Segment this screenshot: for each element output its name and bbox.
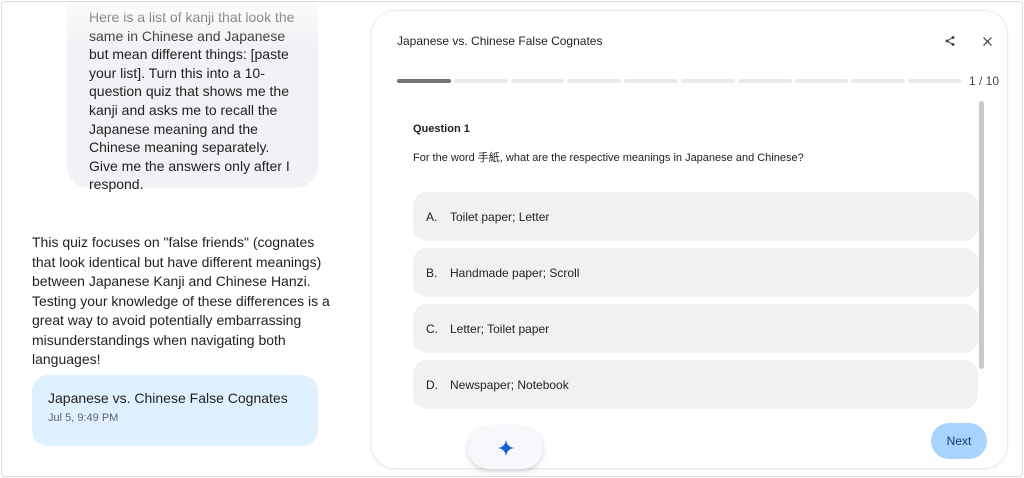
question-number: Question 1 [413,123,470,135]
user-message-text: Here is a list of kanji that look the sa… [89,9,295,193]
option-text: Newspaper; Notebook [450,377,569,392]
progress-segment [453,79,508,83]
model-response-text: This quiz focuses on "false friends" (co… [32,234,330,367]
share-icon [945,36,955,46]
gemini-sparkle-button[interactable] [468,427,543,469]
progress-segment [510,79,565,83]
scroll-fade-bottom [2,448,362,476]
user-message-bubble: Here is a list of kanji that look the sa… [67,2,318,192]
scrollbar-thumb[interactable] [979,101,984,369]
progress-count: 1 / 10 [969,74,1000,88]
share-button[interactable] [938,29,962,53]
close-button[interactable] [975,29,999,53]
option-letter: B. [426,265,438,280]
option-letter: A. [426,209,438,224]
quiz-card-date: Jul 5, 9:49 PM [48,412,119,424]
sparkle-icon [497,439,514,457]
answer-options: A. Toilet paper; Letter B. Handmade pape… [413,192,978,416]
progress-segment [794,79,849,83]
chat-panel: Here is a list of kanji that look the sa… [2,2,362,476]
option-a[interactable]: A. Toilet paper; Letter [413,192,978,241]
progress-segment [737,79,792,83]
progress-segment [397,79,451,83]
option-text: Toilet paper; Letter [450,209,550,224]
close-icon [982,36,992,46]
progress-bar [397,79,962,83]
quiz-panel: Japanese vs. Chinese False Cognates 1 / … [371,10,1008,469]
quiz-card-chip[interactable]: Japanese vs. Chinese False Cognates Jul … [32,375,318,446]
question-text: For the word 手紙, what are the respective… [413,152,804,164]
progress-segment [624,79,678,83]
quiz-title: Japanese vs. Chinese False Cognates [397,34,603,48]
app-frame: Here is a list of kanji that look the sa… [1,1,1023,477]
option-c[interactable]: C. Letter; Toilet paper [413,304,978,353]
question-area: Question 1 For the word 手紙, what are the… [413,123,978,165]
progress-segment [908,79,962,83]
progress-segment [567,79,622,83]
option-letter: D. [426,377,438,392]
next-button[interactable]: Next [931,423,987,459]
option-d[interactable]: D. Newspaper; Notebook [413,360,978,409]
option-text: Letter; Toilet paper [450,321,550,336]
option-text: Handmade paper; Scroll [450,265,580,280]
progress-segment [680,79,735,83]
option-b[interactable]: B. Handmade paper; Scroll [413,248,978,297]
option-letter: C. [426,321,438,336]
progress-segment [851,79,906,83]
quiz-card-title: Japanese vs. Chinese False Cognates [48,390,288,406]
